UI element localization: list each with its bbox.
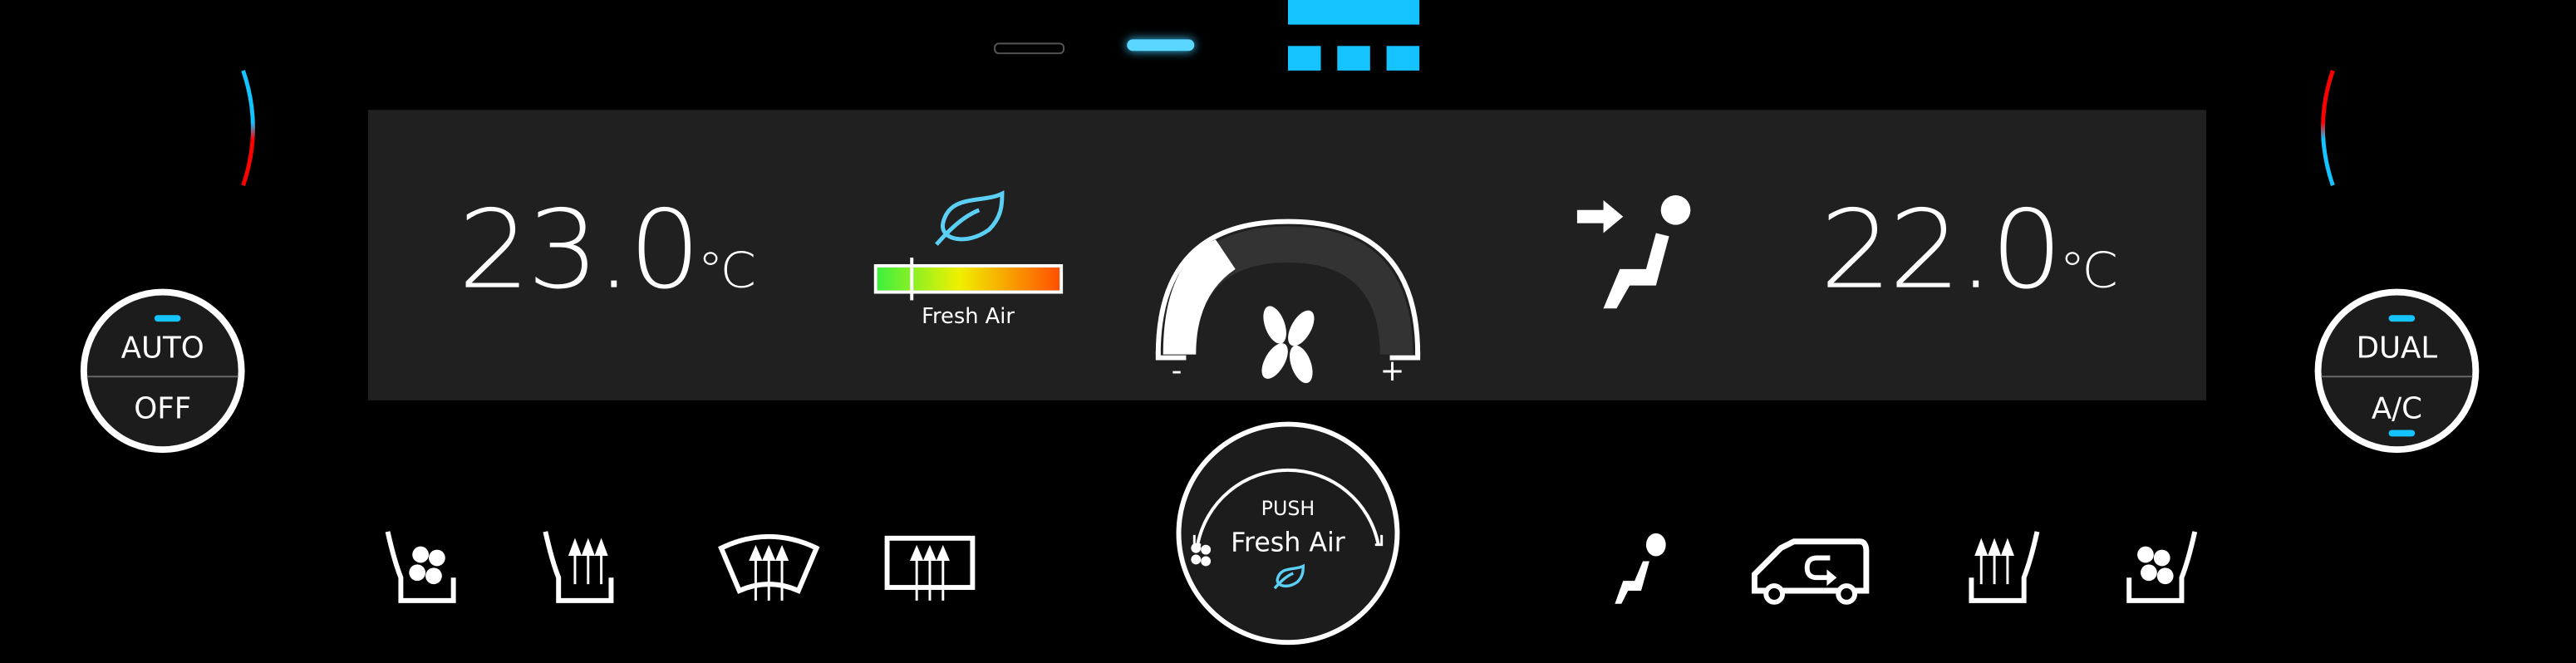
recirculation-button[interactable] <box>1748 535 1873 607</box>
ac-button[interactable]: A/C <box>2322 392 2473 426</box>
auto-button[interactable]: AUTO <box>87 332 238 366</box>
left-temperature: 23.0°C <box>458 187 756 314</box>
leaf-icon <box>1273 563 1305 590</box>
level-square <box>1287 46 1321 71</box>
leaf-icon <box>935 190 1005 246</box>
air-quality-bar <box>873 263 1064 294</box>
seat-ventilation-left-button[interactable] <box>381 528 460 607</box>
dual-ac-knob[interactable]: DUAL A/C <box>2314 288 2480 454</box>
fan-icon <box>1261 306 1315 384</box>
fan-decrease-button[interactable]: - <box>1172 355 1182 389</box>
fan-level-indicator <box>1287 0 1420 25</box>
auto-off-knob[interactable]: AUTO OFF <box>80 288 245 454</box>
left-temp-unit: °C <box>697 243 755 301</box>
airflow-face-button[interactable] <box>1613 532 1672 607</box>
push-label: PUSH <box>1261 497 1315 521</box>
seat-heat-left-button[interactable] <box>538 528 617 607</box>
fresh-air-label: Fresh Air <box>1231 526 1345 558</box>
dual-button[interactable]: DUAL <box>2322 332 2473 366</box>
small-fan-icon <box>1191 543 1212 567</box>
seat-ventilation-right-button[interactable] <box>2122 528 2201 607</box>
right-temp-unit: °C <box>2059 243 2117 301</box>
fan-increase-button[interactable]: + <box>1380 355 1405 389</box>
windshield-defrost-button[interactable] <box>716 532 822 604</box>
auto-indicator-led <box>154 315 181 322</box>
level-square <box>1337 46 1370 71</box>
seat-heat-right-button[interactable] <box>1964 528 2043 607</box>
level-square <box>1386 46 1420 71</box>
knob-divider <box>2321 376 2473 378</box>
airflow-face-icon <box>1576 195 1691 309</box>
right-temp-arc[interactable] <box>2303 66 2352 190</box>
off-button[interactable]: OFF <box>87 392 238 426</box>
right-temperature: 22.0°C <box>1819 187 2118 314</box>
page-indicator-inactive[interactable] <box>994 42 1065 55</box>
fresh-air-knob[interactable]: PUSH Fresh Air <box>1176 421 1400 646</box>
air-quality-marker <box>910 258 914 301</box>
left-temp-arc[interactable] <box>230 66 279 190</box>
fan-gauge-level <box>1163 239 1236 355</box>
page-indicator-active[interactable] <box>1127 39 1195 52</box>
ac-indicator-led <box>2388 430 2416 437</box>
rear-defrost-button[interactable] <box>884 535 980 604</box>
air-quality-label: Fresh Air <box>922 305 1015 330</box>
dual-indicator-led <box>2388 315 2416 322</box>
knob-divider <box>86 376 238 378</box>
